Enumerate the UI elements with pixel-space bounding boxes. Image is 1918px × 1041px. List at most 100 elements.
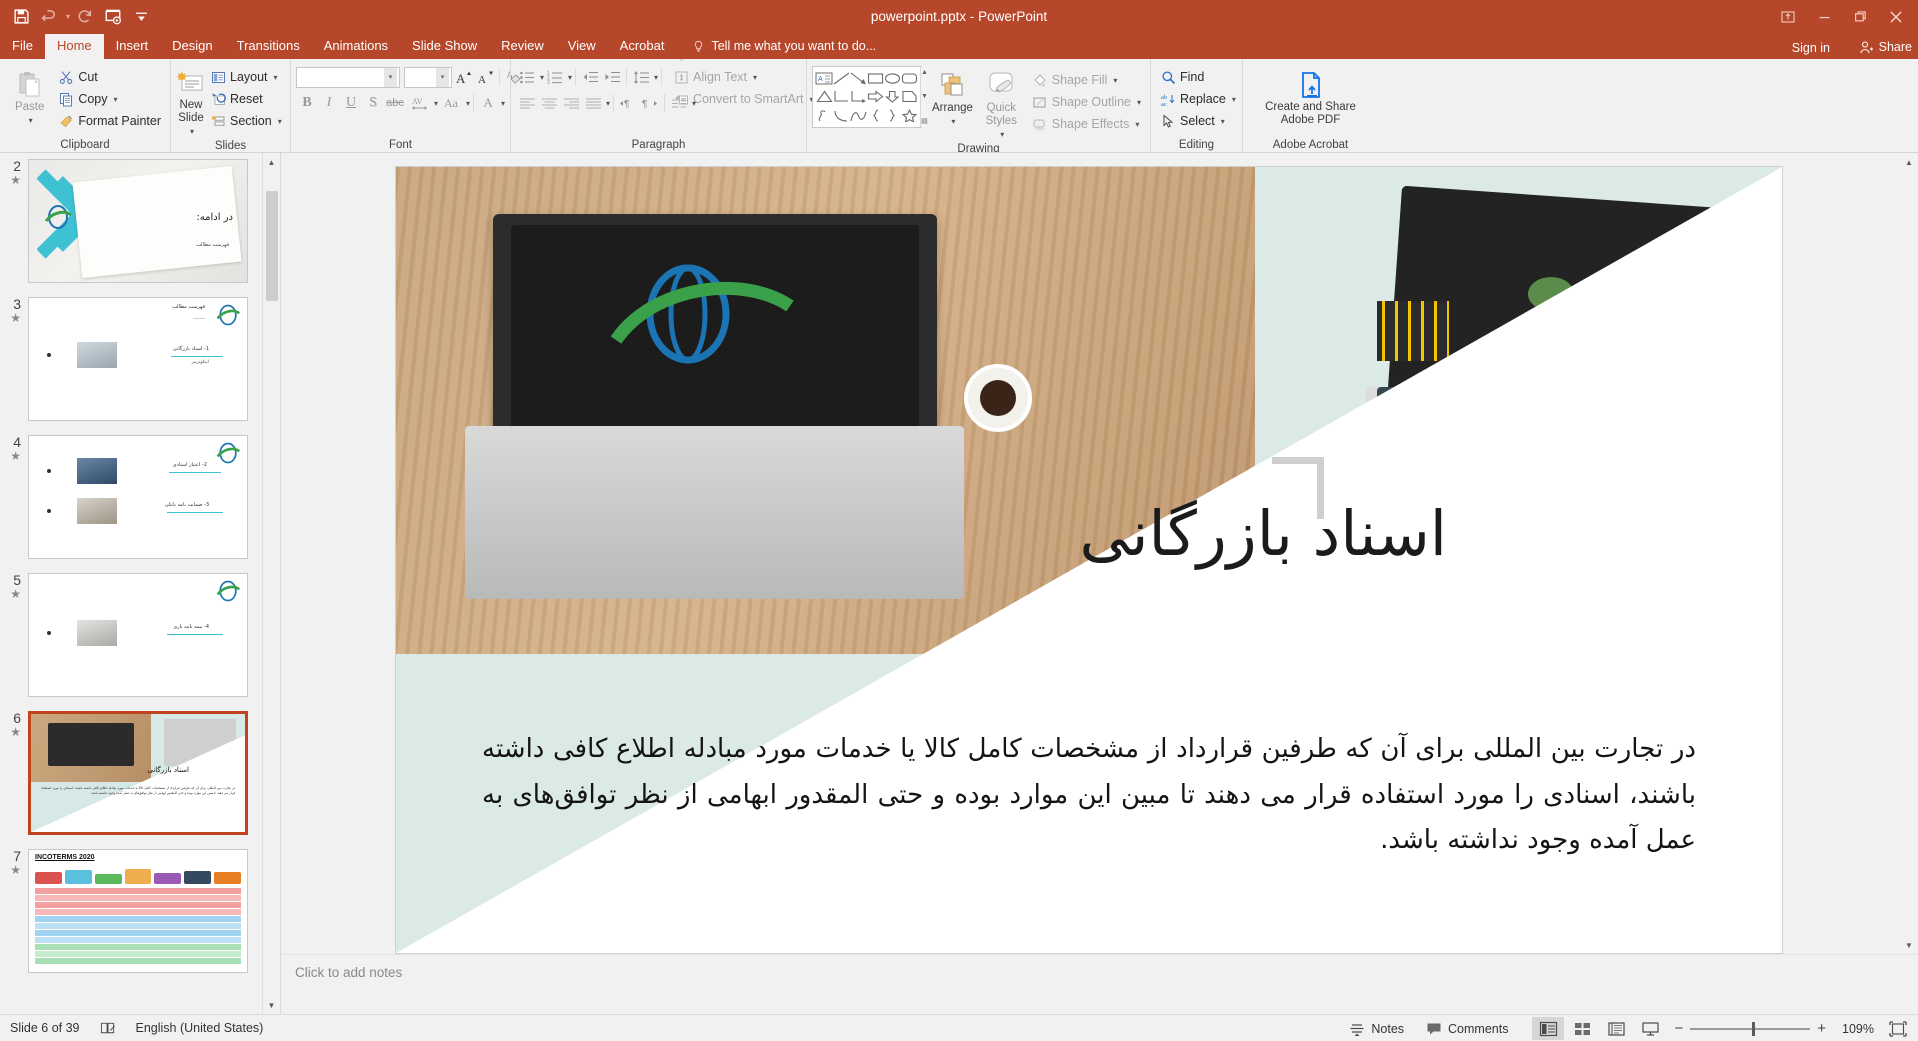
columns-caret-icon[interactable]: ▾ — [692, 99, 696, 108]
shapes-gallery-scrollbar[interactable]: ▲ ▼ ▤ — [920, 67, 928, 127]
shape-freeform-icon[interactable] — [850, 106, 867, 125]
redo-icon[interactable] — [72, 5, 98, 29]
change-case-button[interactable]: Aa — [438, 92, 464, 114]
shape-right-brace-icon[interactable] — [884, 106, 901, 125]
slide-show-view-button[interactable] — [1634, 1017, 1666, 1040]
align-text-caret-icon[interactable]: ▾ — [753, 73, 757, 82]
shape-elbow-connector-icon[interactable] — [833, 88, 850, 107]
comments-toggle-button[interactable]: Comments — [1416, 1015, 1518, 1041]
slide-scroll-down-icon[interactable]: ▼ — [1900, 936, 1918, 954]
justify-button[interactable] — [582, 92, 604, 114]
shapes-scroll-up-icon[interactable]: ▲ — [921, 69, 928, 76]
tab-review[interactable]: Review — [489, 34, 556, 59]
text-direction-button[interactable]: Aıı Text Direction ▾ — [669, 59, 817, 66]
shape-scribble-icon[interactable] — [815, 106, 833, 125]
shape-oval-icon[interactable] — [884, 69, 901, 88]
increase-indent-button[interactable] — [601, 66, 623, 88]
new-slide-caret-icon[interactable]: ▾ — [190, 125, 194, 138]
tab-design[interactable]: Design — [160, 34, 224, 59]
zoom-in-button[interactable]: + — [1817, 1020, 1826, 1037]
notes-toggle-button[interactable]: Notes — [1339, 1015, 1414, 1041]
shape-elbow-arrow-icon[interactable] — [850, 88, 867, 107]
notes-pane[interactable]: Click to add notes — [281, 954, 1918, 1014]
layout-button[interactable]: Layout ▾ — [206, 66, 286, 88]
thumbnail-scroll-down-icon[interactable]: ▼ — [263, 996, 280, 1014]
list-item[interactable]: 6 ★ اسناد بازرگانی در تجارت بین المللی ب… — [0, 711, 262, 835]
bold-button[interactable]: B — [296, 92, 318, 114]
fit-slide-to-window-button[interactable] — [1882, 1017, 1914, 1040]
font-color-button[interactable]: A — [477, 92, 499, 114]
decrease-font-size-button[interactable]: A — [474, 66, 496, 88]
quick-styles-caret-icon[interactable]: ▾ — [1000, 128, 1004, 141]
shapes-scroll-down-icon[interactable]: ▼ — [921, 93, 928, 100]
thumbnail-slide-5[interactable]: 4- بیمه نامه باری — [28, 573, 248, 697]
reading-view-button[interactable] — [1600, 1017, 1632, 1040]
copy-caret-icon[interactable]: ▾ — [114, 95, 118, 104]
thumbnail-slide-7[interactable]: INCOTERMS 2020 — [28, 849, 248, 973]
shape-arrow-icon[interactable] — [850, 69, 867, 88]
thumbnail-slide-3[interactable]: فهرست مطالب ــــــــــ 1- اسناد بازرگانی… — [28, 297, 248, 421]
close-icon[interactable] — [1878, 4, 1914, 30]
shape-rectangle-icon[interactable] — [867, 69, 884, 88]
change-case-caret-icon[interactable]: ▾ — [466, 99, 470, 108]
numbering-button[interactable]: 123 — [544, 66, 566, 88]
shape-rounded-rect-icon[interactable] — [901, 69, 918, 88]
tab-transitions[interactable]: Transitions — [225, 34, 312, 59]
layout-caret-icon[interactable]: ▾ — [274, 73, 278, 82]
shape-outline-caret-icon[interactable]: ▾ — [1137, 98, 1141, 107]
slide-body-text[interactable]: در تجارت بین المللی برای آن که طرفین قرا… — [482, 727, 1696, 864]
slide-scroll-up-icon[interactable]: ▲ — [1900, 153, 1918, 171]
sign-in-button[interactable]: Sign in — [1792, 41, 1830, 55]
find-button[interactable]: Find — [1156, 66, 1240, 88]
bullets-button[interactable] — [516, 66, 538, 88]
tab-home[interactable]: Home — [44, 34, 104, 59]
thumbnail-slide-2[interactable]: در ادامه: فهرست مطالب — [28, 159, 248, 283]
font-color-caret-icon[interactable]: ▾ — [501, 99, 505, 108]
ltr-direction-button[interactable]: ¶ — [617, 92, 639, 114]
copy-button[interactable]: Copy ▾ — [54, 88, 165, 110]
underline-button[interactable]: U — [340, 92, 362, 114]
slide-sorter-view-button[interactable] — [1566, 1017, 1598, 1040]
language-indicator[interactable]: English (United States) — [126, 1015, 274, 1041]
section-button[interactable]: Section ▾ — [206, 110, 286, 132]
tab-slide-show[interactable]: Slide Show — [400, 34, 489, 59]
shape-line-icon[interactable] — [833, 69, 850, 88]
reset-button[interactable]: Reset — [206, 88, 286, 110]
start-presentation-icon[interactable] — [100, 5, 126, 29]
shape-pentagon-icon[interactable] — [901, 88, 918, 107]
replace-button[interactable]: ab ac Replace ▾ — [1156, 88, 1240, 110]
tab-animations[interactable]: Animations — [312, 34, 400, 59]
text-direction-caret-icon[interactable]: ▾ — [775, 59, 779, 60]
normal-view-button[interactable] — [1532, 1017, 1565, 1040]
thumbnail-scrollbar[interactable]: ▲ ▼ — [262, 153, 280, 1014]
line-spacing-caret-icon[interactable]: ▾ — [654, 73, 658, 82]
thumbnail-scroll-up-icon[interactable]: ▲ — [263, 153, 280, 171]
increase-font-size-button[interactable]: A — [452, 66, 474, 88]
minimize-icon[interactable] — [1806, 4, 1842, 30]
replace-caret-icon[interactable]: ▾ — [1232, 95, 1236, 104]
shape-outline-button[interactable]: Shape Outline ▾ — [1028, 91, 1145, 113]
shape-star-icon[interactable] — [901, 106, 918, 125]
justify-caret-icon[interactable]: ▾ — [606, 99, 610, 108]
character-spacing-button[interactable]: AV — [406, 92, 432, 114]
arrange-caret-icon[interactable]: ▾ — [951, 115, 955, 128]
align-right-button[interactable] — [560, 92, 582, 114]
section-caret-icon[interactable]: ▾ — [278, 117, 282, 126]
paste-caret-icon[interactable]: ▾ — [29, 114, 33, 127]
shape-left-brace-icon[interactable] — [867, 106, 884, 125]
slide-indicator[interactable]: Slide 6 of 39 — [0, 1015, 90, 1041]
shapes-gallery[interactable]: A ▲ ▼ ▤ — [812, 66, 928, 128]
tell-me-search[interactable]: Tell me what you want to do... — [676, 34, 886, 59]
columns-button[interactable] — [668, 92, 690, 114]
numbering-caret-icon[interactable]: ▾ — [568, 73, 572, 82]
current-slide-canvas[interactable]: اسناد بازرگانی در تجارت بین المللی برای … — [396, 167, 1782, 953]
decrease-indent-button[interactable] — [579, 66, 601, 88]
rtl-direction-button[interactable]: ¶ — [639, 92, 661, 114]
list-item[interactable]: 7 ★ INCOTERMS 2020 — [0, 849, 262, 973]
undo-caret-icon[interactable]: ▾ — [66, 12, 70, 21]
share-button[interactable]: Share — [1859, 39, 1912, 55]
shape-fill-caret-icon[interactable]: ▾ — [1113, 76, 1117, 85]
spell-check-button[interactable] — [90, 1015, 126, 1041]
paste-button[interactable]: Paste ▾ — [5, 63, 54, 127]
shape-textbox-icon[interactable]: A — [815, 69, 833, 88]
